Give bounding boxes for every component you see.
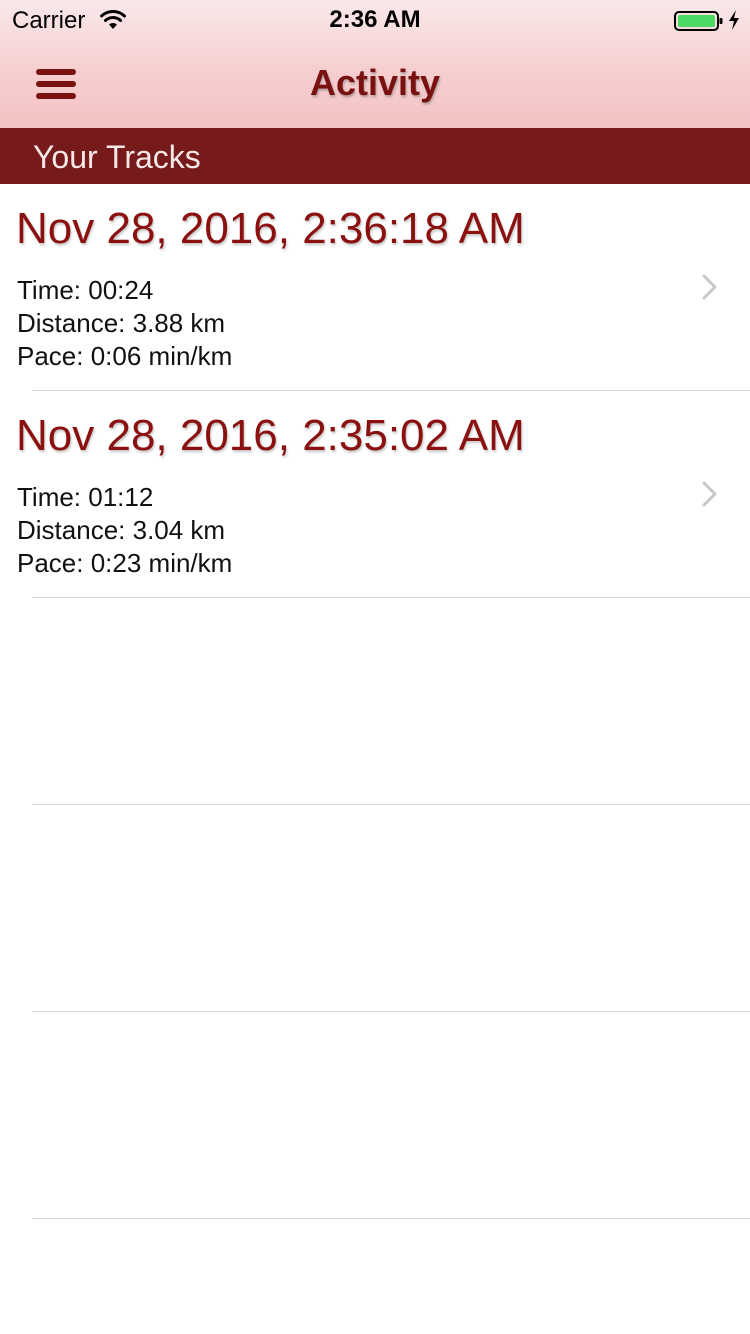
section-header: Your Tracks bbox=[0, 128, 750, 184]
track-list: Nov 28, 2016, 2:36:18 AM Time: 00:24 Dis… bbox=[0, 184, 750, 1219]
page-title: Activity bbox=[309, 62, 441, 103]
track-time: Time: 01:12 bbox=[17, 482, 154, 512]
battery-icon bbox=[674, 11, 723, 31]
chevron-right-icon bbox=[702, 274, 717, 300]
empty-list-row bbox=[0, 598, 750, 805]
track-pace: Pace: 0:23 min/km bbox=[17, 548, 233, 578]
top-bar: Carrier 2:36 AM Activity bbox=[0, 0, 750, 128]
row-divider bbox=[32, 1218, 750, 1219]
track-row[interactable]: Nov 28, 2016, 2:35:02 AM Time: 01:12 Dis… bbox=[0, 391, 750, 598]
track-row[interactable]: Nov 28, 2016, 2:36:18 AM Time: 00:24 Dis… bbox=[0, 184, 750, 391]
track-date: Nov 28, 2016, 2:35:02 AM bbox=[16, 411, 525, 460]
track-time: Time: 00:24 bbox=[17, 275, 154, 305]
empty-list-row bbox=[0, 805, 750, 1012]
chevron-right-icon bbox=[702, 481, 717, 507]
charging-bolt-icon bbox=[729, 10, 739, 30]
track-pace: Pace: 0:06 min/km bbox=[17, 341, 233, 371]
track-distance: Distance: 3.88 km bbox=[17, 308, 226, 338]
status-time: 2:36 AM bbox=[329, 6, 421, 33]
navigation-bar: Activity bbox=[0, 40, 750, 128]
track-distance: Distance: 3.04 km bbox=[17, 515, 226, 545]
empty-list-row bbox=[0, 1012, 750, 1219]
section-title: Your Tracks bbox=[33, 139, 201, 175]
status-bar: Carrier 2:36 AM bbox=[0, 0, 750, 40]
track-date: Nov 28, 2016, 2:36:18 AM bbox=[16, 204, 525, 253]
